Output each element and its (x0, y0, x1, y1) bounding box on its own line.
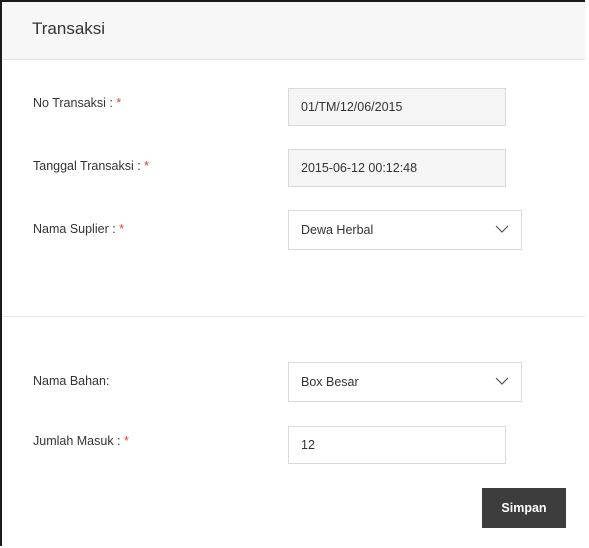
tanggal-transaksi-label: Tanggal Transaksi : * (33, 159, 149, 173)
jumlah-masuk-value: 12 (301, 438, 315, 452)
nama-bahan-select[interactable]: Box Besar (288, 362, 522, 402)
required-mark: * (119, 222, 125, 236)
no-transaksi-field[interactable]: 01/TM/12/06/2015 (288, 88, 506, 126)
tanggal-transaksi-field[interactable]: 2015-06-12 00:12:48 (288, 149, 506, 187)
jumlah-masuk-label-text: Jumlah Masuk : (33, 434, 125, 448)
tanggal-transaksi-label-text: Tanggal Transaksi : (33, 159, 145, 173)
nama-suplier-label-text: Nama Suplier : (33, 222, 120, 236)
required-mark: * (116, 96, 122, 110)
section-divider (2, 316, 585, 317)
nama-suplier-select[interactable]: Dewa Herbal (288, 210, 522, 250)
tanggal-transaksi-value: 2015-06-12 00:12:48 (301, 161, 418, 175)
required-mark: * (144, 159, 150, 173)
jumlah-masuk-label: Jumlah Masuk : * (33, 434, 129, 448)
nama-bahan-label: Nama Bahan: (33, 374, 109, 388)
nama-bahan-label-text: Nama Bahan: (33, 374, 110, 388)
nama-bahan-selected: Box Besar (301, 375, 359, 389)
required-mark: * (124, 434, 129, 448)
nama-suplier-label: Nama Suplier : * (33, 222, 124, 236)
transaksi-panel: Transaksi No Transaksi : * 01/TM/12/06/2… (0, 0, 585, 546)
simpan-button[interactable]: Simpan (482, 488, 566, 528)
chevron-down-icon (495, 377, 509, 385)
jumlah-masuk-input[interactable]: 12 (288, 426, 506, 464)
no-transaksi-label-text: No Transaksi : (33, 96, 117, 110)
no-transaksi-label: No Transaksi : * (33, 96, 121, 110)
panel-header: Transaksi (2, 2, 585, 60)
chevron-down-icon (495, 225, 509, 233)
panel-title: Transaksi (32, 18, 106, 38)
no-transaksi-value: 01/TM/12/06/2015 (301, 100, 403, 114)
nama-suplier-selected: Dewa Herbal (301, 223, 374, 237)
